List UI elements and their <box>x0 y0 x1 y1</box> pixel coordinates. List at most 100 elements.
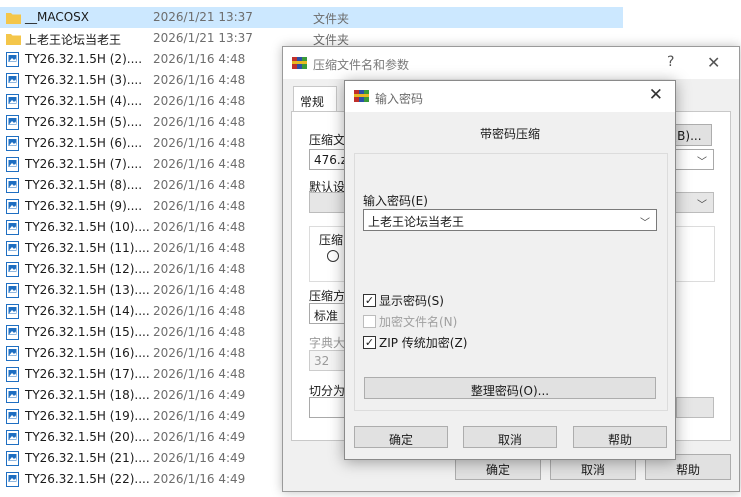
file-name: TY26.32.1.5H (22).... <box>25 472 150 486</box>
file-name: TY26.32.1.5H (6).... <box>25 136 143 150</box>
file-date: 2026/1/16 4:48 <box>153 52 246 66</box>
image-file-icon <box>6 73 19 88</box>
file-name: TY26.32.1.5H (15).... <box>25 325 150 339</box>
image-file-icon <box>6 115 19 130</box>
image-file-icon <box>6 241 19 256</box>
image-file-icon <box>6 94 19 109</box>
file-date: 2026/1/21 13:37 <box>153 10 253 24</box>
file-name: TY26.32.1.5H (8).... <box>25 178 143 192</box>
image-file-icon <box>6 430 19 445</box>
zip-legacy-encryption-label: ZIP 传统加密(Z) <box>379 335 468 350</box>
image-file-icon <box>6 346 19 361</box>
file-date: 2026/1/16 4:48 <box>153 157 246 171</box>
image-file-icon <box>6 304 19 319</box>
file-name: 上老王论坛当老王 <box>25 33 122 47</box>
file-name: TY26.32.1.5H (5).... <box>25 115 143 129</box>
folder-icon <box>6 13 21 24</box>
image-file-icon <box>6 409 19 424</box>
file-name: TY26.32.1.5H (3).... <box>25 73 143 87</box>
password-ok-button[interactable]: 确定 <box>354 426 448 448</box>
file-date: 2026/1/16 4:49 <box>153 451 246 465</box>
organize-passwords-button[interactable]: 整理密码(O)... <box>364 377 656 399</box>
password-cancel-button[interactable]: 取消 <box>463 426 557 448</box>
file-date: 2026/1/21 13:37 <box>153 31 253 45</box>
image-file-icon <box>6 157 19 172</box>
file-name: TY26.32.1.5H (12).... <box>25 262 150 276</box>
file-date: 2026/1/16 4:48 <box>153 94 246 108</box>
file-date: 2026/1/16 4:49 <box>153 430 246 444</box>
file-date: 2026/1/16 4:48 <box>153 346 246 360</box>
checkbox-icon: ✓ <box>363 293 376 307</box>
file-name: TY26.32.1.5H (11).... <box>25 241 150 255</box>
dictionary-label: 字典大 <box>309 336 346 350</box>
password-value: 上老王论坛当老王 <box>368 215 465 229</box>
file-date: 2026/1/16 4:48 <box>153 178 246 192</box>
image-file-icon <box>6 325 19 340</box>
folder-icon <box>6 34 21 45</box>
file-name: TY26.32.1.5H (2).... <box>25 52 143 66</box>
file-date: 2026/1/16 4:48 <box>153 220 246 234</box>
file-date: 2026/1/16 4:48 <box>153 367 246 381</box>
chevron-down-icon[interactable]: ﹀ <box>640 214 650 229</box>
dictionary-value: 32 <box>314 354 330 368</box>
file-date: 2026/1/16 4:48 <box>153 241 246 255</box>
file-name: TY26.32.1.5H (18).... <box>25 388 150 402</box>
chevron-down-icon: ﹀ <box>697 157 707 168</box>
winrar-icon <box>292 57 307 69</box>
file-name: TY26.32.1.5H (10).... <box>25 220 150 234</box>
checkbox-icon <box>363 314 376 328</box>
help-icon[interactable]: ? <box>667 54 674 70</box>
file-name: TY26.32.1.5H (19).... <box>25 409 150 423</box>
archive-dialog-titlebar[interactable]: 压缩文件名和参数 ? ✕ <box>283 47 739 79</box>
encrypt-filenames-checkbox[interactable]: 加密文件名(N) <box>363 313 457 329</box>
chevron-down-icon: ﹀ <box>697 200 707 211</box>
password-dialog-titlebar[interactable]: 输入密码 ✕ <box>345 81 675 112</box>
split-unit-combo[interactable] <box>676 397 714 418</box>
file-date: 2026/1/16 4:48 <box>153 115 246 129</box>
close-icon[interactable]: ✕ <box>649 85 663 105</box>
image-file-icon <box>6 388 19 403</box>
radio-icon <box>327 250 339 262</box>
close-icon[interactable]: ✕ <box>707 53 720 72</box>
image-file-icon <box>6 178 19 193</box>
show-password-checkbox[interactable]: ✓ 显示密码(S) <box>363 292 444 308</box>
archive-dialog-title: 压缩文件名和参数 <box>313 58 410 72</box>
image-file-icon <box>6 220 19 235</box>
file-name: TY26.32.1.5H (16).... <box>25 346 150 360</box>
image-file-icon <box>6 451 19 466</box>
file-name: __MACOSX <box>25 10 90 24</box>
folder-row[interactable]: __MACOSX 2026/1/21 13:37 文件夹 <box>0 7 623 28</box>
file-name: TY26.32.1.5H (21).... <box>25 451 150 465</box>
image-file-icon <box>6 136 19 151</box>
password-input[interactable]: 上老王论坛当老王 ﹀ <box>363 209 657 231</box>
method-value: 标准 <box>314 309 339 323</box>
zip-legacy-encryption-checkbox[interactable]: ✓ ZIP 传统加密(Z) <box>363 334 467 350</box>
archive-name-label: 压缩文 <box>309 133 346 147</box>
password-heading: 带密码压缩 <box>479 127 540 141</box>
password-help-button[interactable]: 帮助 <box>573 426 667 448</box>
image-file-icon <box>6 52 19 67</box>
password-dialog-title: 输入密码 <box>375 92 424 106</box>
file-name: TY26.32.1.5H (17).... <box>25 367 150 381</box>
file-date: 2026/1/16 4:49 <box>153 409 246 423</box>
file-date: 2026/1/16 4:49 <box>153 388 246 402</box>
format-group-label: 压缩 <box>319 233 344 247</box>
file-name: TY26.32.1.5H (4).... <box>25 94 143 108</box>
file-type: 文件夹 <box>313 12 350 26</box>
file-name: TY26.32.1.5H (7).... <box>25 157 143 171</box>
file-name: TY26.32.1.5H (14).... <box>25 304 150 318</box>
image-file-icon <box>6 283 19 298</box>
file-date: 2026/1/16 4:48 <box>153 136 246 150</box>
file-name: TY26.32.1.5H (13).... <box>25 283 150 297</box>
file-name: TY26.32.1.5H (9).... <box>25 199 143 213</box>
tab-general[interactable]: 常规 <box>293 86 337 112</box>
file-date: 2026/1/16 4:48 <box>153 199 246 213</box>
checkbox-icon: ✓ <box>363 335 376 349</box>
image-file-icon <box>6 472 19 487</box>
method-label: 压缩方 <box>309 289 346 303</box>
image-file-icon <box>6 262 19 277</box>
image-file-icon <box>6 367 19 382</box>
file-date: 2026/1/16 4:48 <box>153 73 246 87</box>
file-date: 2026/1/16 4:48 <box>153 262 246 276</box>
show-password-label: 显示密码(S) <box>379 293 444 308</box>
